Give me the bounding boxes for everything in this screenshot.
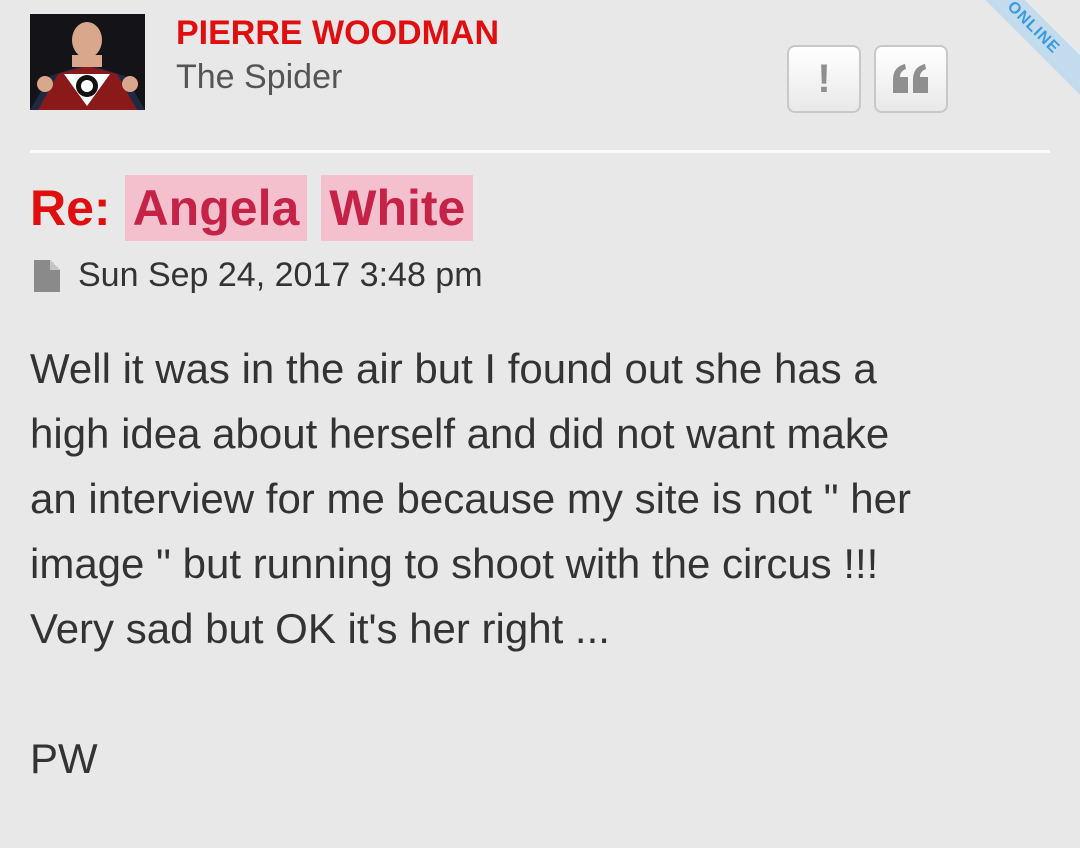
content-line: Very sad but OK it's her right ...	[30, 605, 610, 652]
content-line: high idea about herself and did not want…	[30, 410, 890, 457]
post-content: Well it was in the air but I found out s…	[30, 336, 1060, 791]
report-button[interactable]: !	[787, 45, 861, 113]
quote-icon	[893, 64, 928, 93]
exclamation-icon: !	[817, 56, 831, 101]
online-status-label: ONLINE	[1003, 0, 1063, 58]
document-icon[interactable]	[34, 259, 60, 292]
post-meta: Sun Sep 24, 2017 3:48 pm	[34, 256, 483, 295]
content-line: Well it was in the air but I found out s…	[30, 345, 877, 392]
post-title[interactable]: Re: Angela White	[30, 175, 487, 241]
divider	[30, 150, 1050, 153]
content-line: an interview for me because my site is n…	[30, 475, 911, 522]
content-line: image " but running to shoot with the ci…	[30, 540, 879, 587]
author-name[interactable]: PIERRE WOODMAN	[176, 14, 499, 53]
signature: PW	[30, 735, 98, 782]
quote-button[interactable]	[874, 45, 948, 113]
title-highlight-word: White	[321, 175, 474, 241]
title-highlight-word: Angela	[124, 175, 308, 241]
author-avatar[interactable]	[30, 14, 145, 110]
author-rank: The Spider	[176, 58, 343, 96]
avatar-image	[30, 14, 145, 110]
post-timestamp: Sun Sep 24, 2017 3:48 pm	[78, 256, 483, 294]
online-status-ribbon: ONLINE	[955, 0, 1080, 106]
title-prefix: Re:	[30, 180, 111, 236]
